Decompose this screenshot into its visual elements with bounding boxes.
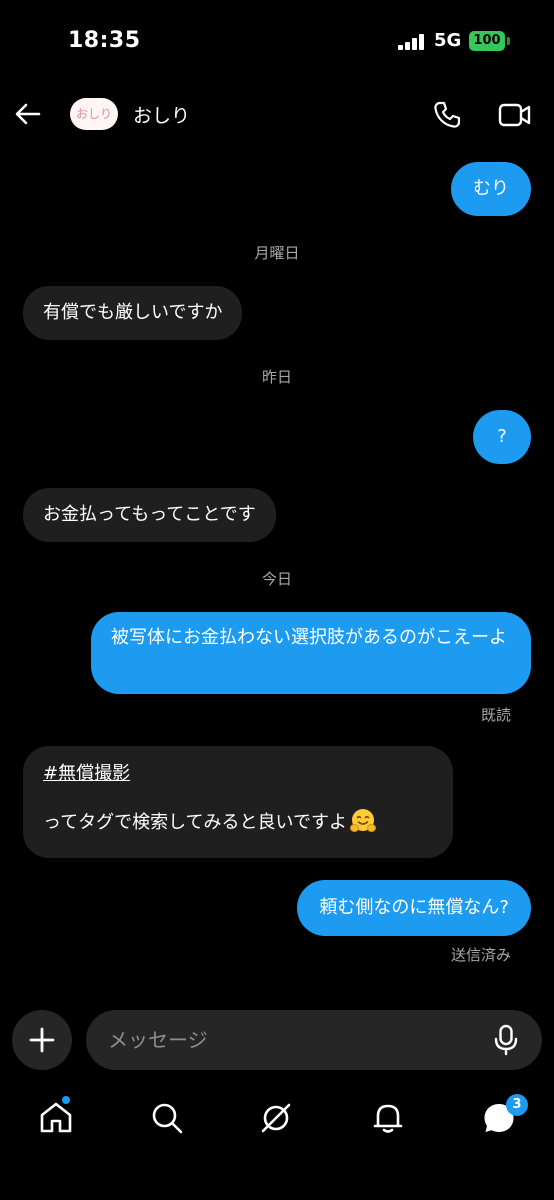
battery-cap <box>507 37 510 45</box>
hugging-face-emoji-icon <box>350 809 377 832</box>
network-label: 5G <box>434 30 462 51</box>
date-separator: 昨日 <box>261 368 292 386</box>
message-bubble-incoming[interactable]: 有償でも厳しいですか <box>23 286 243 340</box>
message-bubble-incoming[interactable]: #無償撮影 ってタグで検索してみると良いですよ <box>23 746 453 858</box>
messages-badge: 3 <box>506 1094 528 1116</box>
message-input[interactable] <box>108 1010 488 1070</box>
status-bar: 18:35 5G 100 <box>0 0 554 84</box>
back-arrow-icon[interactable] <box>14 100 42 128</box>
sent-receipt: 送信済み <box>450 946 511 964</box>
message-bubble-outgoing[interactable]: ? <box>473 410 531 464</box>
status-time: 18:35 <box>68 28 141 53</box>
explore-icon[interactable] <box>258 1100 294 1136</box>
home-notification-dot <box>62 1096 70 1104</box>
message-thread: むり 月曜日 有償でも厳しいですか 昨日 ? お金払ってもってことです 今日 被… <box>0 144 554 1000</box>
message-text: ってタグで検索してみると良いですよ <box>43 812 348 833</box>
avatar[interactable]: おしり <box>70 98 118 130</box>
video-call-icon[interactable] <box>498 100 532 130</box>
message-composer <box>86 1010 542 1070</box>
phone-icon[interactable] <box>432 100 462 130</box>
contact-name[interactable]: おしり <box>133 101 190 128</box>
message-bubble-outgoing[interactable]: 頼む側なのに無償なん? <box>297 880 531 936</box>
message-bubble-outgoing[interactable]: むり <box>451 162 531 216</box>
read-receipt: 既読 <box>480 706 511 724</box>
plus-icon <box>29 1027 55 1053</box>
add-attachment-button[interactable] <box>12 1010 72 1070</box>
microphone-icon[interactable] <box>492 1024 520 1056</box>
hashtag-link[interactable]: #無償撮影 <box>43 763 130 784</box>
search-icon[interactable] <box>149 1100 185 1136</box>
notifications-icon[interactable] <box>370 1100 406 1136</box>
date-separator: 月曜日 <box>254 244 300 262</box>
message-bubble-incoming[interactable]: お金払ってもってことです <box>23 488 276 542</box>
date-separator: 今日 <box>261 570 292 588</box>
message-bubble-outgoing[interactable]: 被写体にお金払わない選択肢があるのがこえーよ <box>91 612 531 694</box>
home-icon[interactable] <box>38 1100 74 1136</box>
bottom-navigation: 3 <box>0 1090 554 1200</box>
chat-header: おしり おしり <box>0 84 554 144</box>
signal-icon <box>398 34 428 50</box>
battery-icon: 100 <box>469 31 505 51</box>
